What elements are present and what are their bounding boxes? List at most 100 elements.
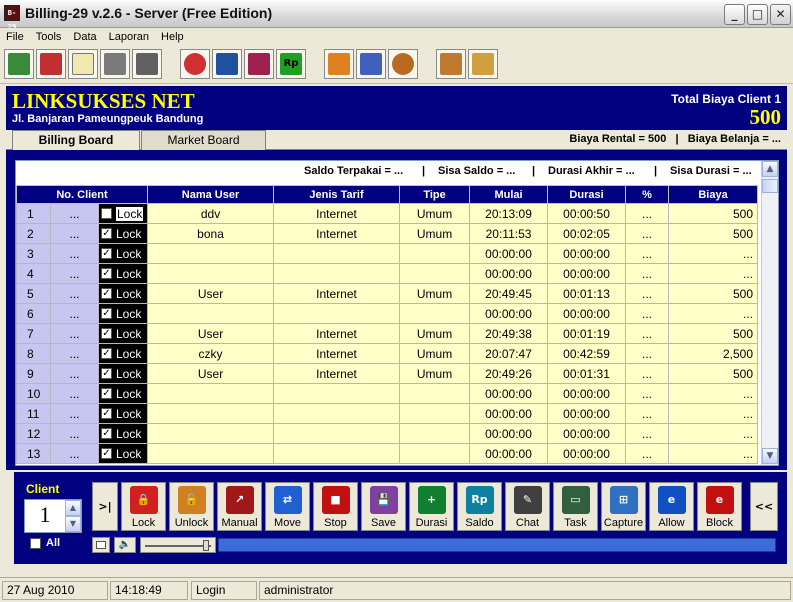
client-number-cell[interactable]: 4: [16, 263, 51, 284]
tipe-cell[interactable]: Umum: [399, 223, 471, 244]
percent-cell[interactable]: ...: [625, 383, 670, 404]
jenis-tarif-cell[interactable]: Internet: [273, 203, 401, 224]
block-button[interactable]: e Block: [697, 482, 742, 531]
lock-cell[interactable]: ✓ Lock: [97, 283, 149, 304]
jenis-tarif-cell[interactable]: Internet: [273, 323, 401, 344]
tipe-cell[interactable]: Umum: [399, 203, 471, 224]
nama-user-cell[interactable]: User: [147, 323, 275, 344]
mulai-cell[interactable]: 20:11:53: [469, 223, 549, 244]
column-header[interactable]: Mulai: [469, 185, 549, 204]
move-button[interactable]: ⇄ Move: [265, 482, 310, 531]
client-detail-cell[interactable]: ...: [50, 443, 99, 464]
lock-cell[interactable]: ✓ Lock: [97, 303, 149, 324]
chat-button[interactable]: ✎ Chat: [505, 482, 550, 531]
biaya-cell[interactable]: ...: [668, 383, 759, 404]
mulai-cell[interactable]: 00:00:00: [469, 383, 549, 404]
save-button[interactable]: 💾 Save: [361, 482, 406, 531]
client-detail-cell[interactable]: ...: [50, 323, 99, 344]
durasi-cell[interactable]: 00:00:50: [547, 203, 627, 224]
toolbar-eraser-button[interactable]: [100, 49, 130, 79]
speaker-icon[interactable]: 🔈: [114, 537, 136, 553]
client-detail-cell[interactable]: ...: [50, 263, 99, 284]
biaya-cell[interactable]: 500: [668, 323, 759, 344]
column-header[interactable]: Tipe: [399, 185, 471, 204]
task-button[interactable]: ▭ Task: [553, 482, 598, 531]
client-number-cell[interactable]: 3: [16, 243, 51, 264]
lock-checkbox[interactable]: ✓: [101, 268, 112, 280]
nama-user-cell[interactable]: czky: [147, 343, 275, 364]
percent-cell[interactable]: ...: [625, 263, 670, 284]
menu-tools[interactable]: Tools: [30, 28, 68, 45]
toolbar-rupiah-button[interactable]: Rp: [276, 49, 306, 79]
lock-checkbox[interactable]: ✓: [101, 308, 112, 320]
percent-cell[interactable]: ...: [625, 203, 670, 224]
percent-cell[interactable]: ...: [625, 323, 670, 344]
saldo-button[interactable]: Rp Saldo: [457, 482, 502, 531]
menu-help[interactable]: Help: [155, 28, 190, 45]
tab-billing-board[interactable]: Billing Board: [12, 130, 140, 151]
lock-cell[interactable]: Lock: [97, 203, 149, 224]
manual-button[interactable]: ↗ Manual: [217, 482, 262, 531]
durasi-cell[interactable]: 00:02:05: [547, 223, 627, 244]
tab-market-board[interactable]: Market Board: [141, 130, 266, 150]
toolbar-members-o-button[interactable]: [356, 49, 386, 79]
biaya-cell[interactable]: 2,500: [668, 343, 759, 364]
first-client-button[interactable]: >|: [92, 482, 118, 531]
durasi-cell[interactable]: 00:01:31: [547, 363, 627, 384]
table-row[interactable]: 13... ✓ Lock 00:00:00 00:00:00......: [16, 443, 759, 464]
durasi-cell[interactable]: 00:00:00: [547, 263, 627, 284]
scroll-down-icon[interactable]: ▼: [762, 448, 778, 464]
biaya-cell[interactable]: ...: [668, 303, 759, 324]
scroll-thumb[interactable]: [762, 179, 778, 193]
lock-cell[interactable]: ✓ Lock: [97, 423, 149, 444]
toolbar-calc-button[interactable]: [212, 49, 242, 79]
tipe-cell[interactable]: [399, 263, 471, 284]
lock-checkbox[interactable]: ✓: [101, 348, 112, 360]
percent-cell[interactable]: ...: [625, 283, 670, 304]
tipe-cell[interactable]: Umum: [399, 363, 471, 384]
mulai-cell[interactable]: 20:49:38: [469, 323, 549, 344]
durasi-cell[interactable]: 00:00:00: [547, 403, 627, 424]
client-detail-cell[interactable]: ...: [50, 343, 99, 364]
client-detail-cell[interactable]: ...: [50, 403, 99, 424]
jenis-tarif-cell[interactable]: Internet: [273, 363, 401, 384]
column-header[interactable]: Durasi: [547, 185, 627, 204]
menu-file[interactable]: File: [0, 28, 30, 45]
column-header[interactable]: Nama User: [147, 185, 275, 204]
client-number-cell[interactable]: 9: [16, 363, 51, 384]
percent-cell[interactable]: ...: [625, 423, 670, 444]
biaya-cell[interactable]: 500: [668, 203, 759, 224]
toolbar-food-button[interactable]: [388, 49, 418, 79]
mulai-cell[interactable]: 20:49:45: [469, 283, 549, 304]
percent-cell[interactable]: ...: [625, 403, 670, 424]
client-number-cell[interactable]: 1: [16, 203, 51, 224]
durasi-cell[interactable]: 00:01:13: [547, 283, 627, 304]
menu-data[interactable]: Data: [67, 28, 102, 45]
table-row[interactable]: 11... ✓ Lock 00:00:00 00:00:00......: [16, 403, 759, 424]
table-row[interactable]: 7... ✓ Lock User Internet Umum 20:49:38 00:01:1…: [16, 323, 759, 344]
lock-cell[interactable]: ✓ Lock: [97, 363, 149, 384]
jenis-tarif-cell[interactable]: Internet: [273, 343, 401, 364]
table-row[interactable]: 9... ✓ Lock User Internet Umum 20:49:26 00:01:3…: [16, 363, 759, 384]
all-checkbox[interactable]: [30, 538, 41, 549]
percent-cell[interactable]: ...: [625, 243, 670, 264]
mulai-cell[interactable]: 00:00:00: [469, 423, 549, 444]
biaya-cell[interactable]: ...: [668, 263, 759, 284]
tipe-cell[interactable]: [399, 383, 471, 404]
client-detail-cell[interactable]: ...: [50, 283, 99, 304]
lock-checkbox[interactable]: ✓: [101, 368, 112, 380]
jenis-tarif-cell[interactable]: [273, 383, 401, 404]
client-number-cell[interactable]: 13: [16, 443, 51, 464]
table-row[interactable]: 12... ✓ Lock 00:00:00 00:00:00......: [16, 423, 759, 444]
nama-user-cell[interactable]: ddv: [147, 203, 275, 224]
nama-user-cell[interactable]: User: [147, 283, 275, 304]
menu-laporan[interactable]: Laporan: [103, 28, 155, 45]
biaya-cell[interactable]: ...: [668, 443, 759, 464]
nama-user-cell[interactable]: bona: [147, 223, 275, 244]
column-header[interactable]: No. Client: [15, 185, 149, 204]
scroll-up-icon[interactable]: ▲: [762, 161, 778, 177]
lock-checkbox[interactable]: ✓: [101, 288, 112, 300]
client-number-cell[interactable]: 5: [16, 283, 51, 304]
nama-user-cell[interactable]: [147, 303, 275, 324]
toolbar-key-button[interactable]: [36, 49, 66, 79]
